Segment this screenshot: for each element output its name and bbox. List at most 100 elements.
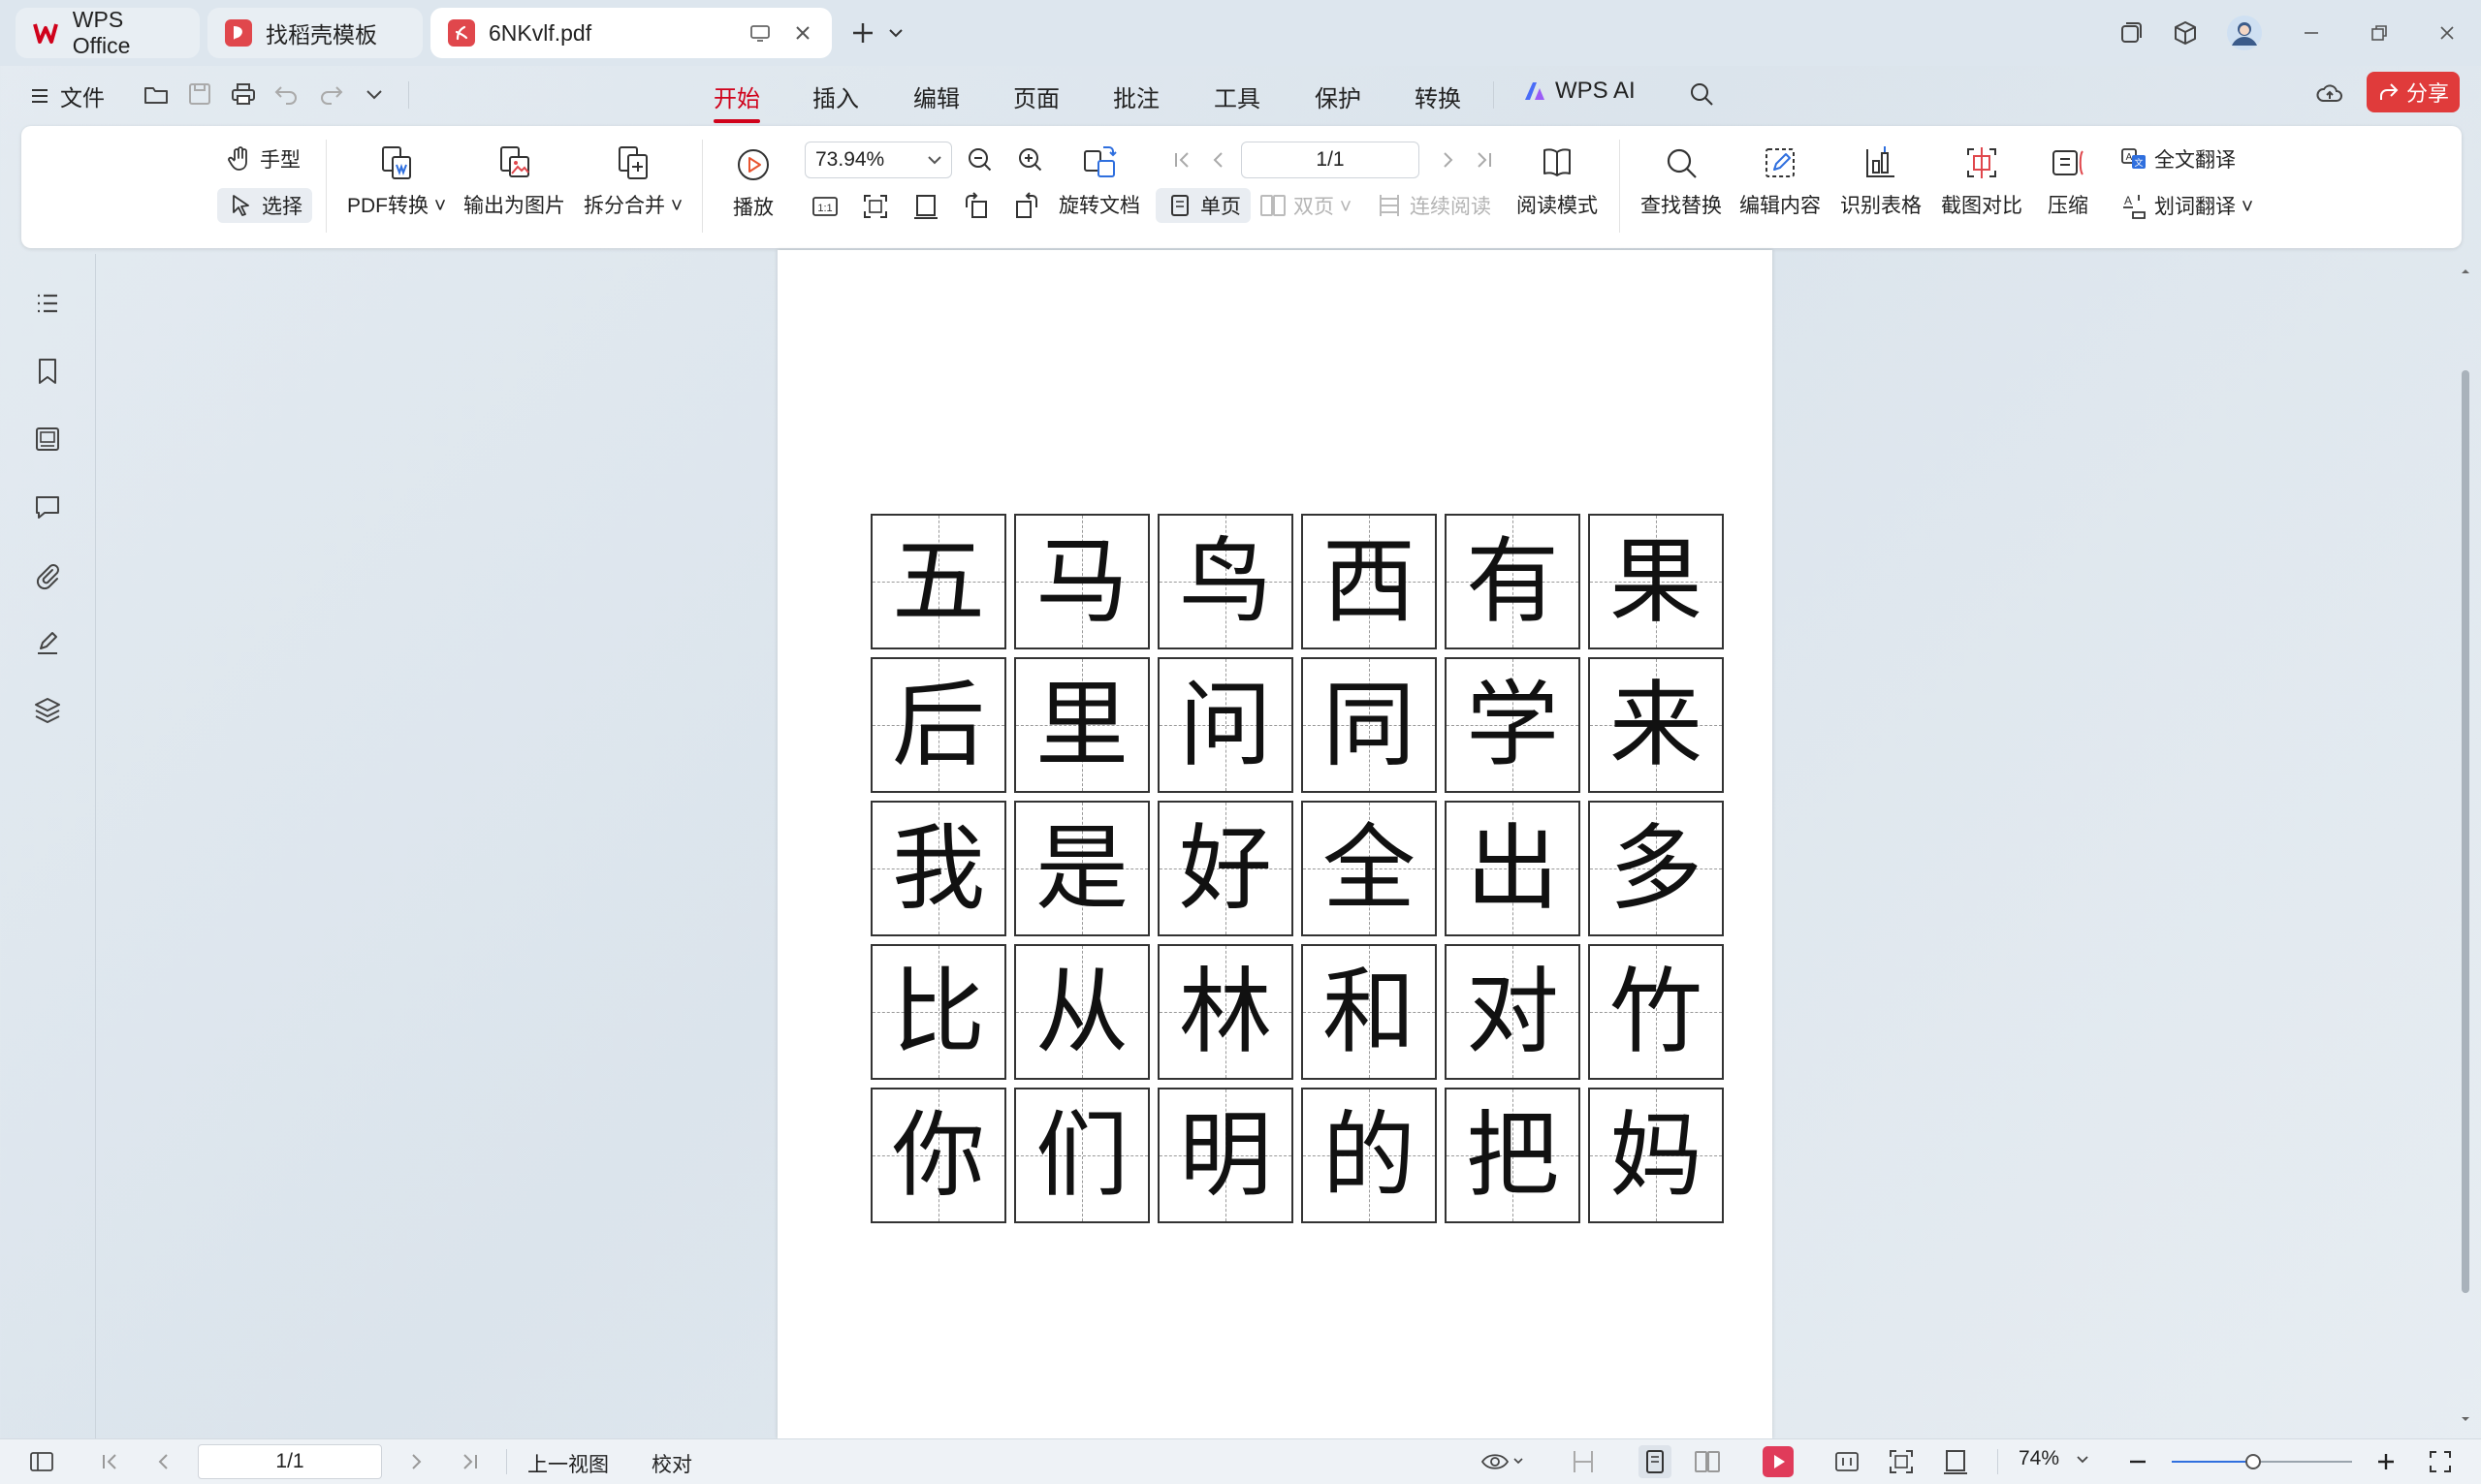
split-merge-button[interactable]: 拆分合并 ˅ (584, 143, 683, 219)
zoom-in-icon[interactable] (2371, 1447, 2401, 1476)
export-image-button[interactable]: 输出为图片 (463, 143, 565, 219)
rotate-left-icon[interactable] (962, 192, 991, 221)
character-glyph: 妈 (1609, 1101, 1702, 1210)
find-replace-button[interactable]: 查找替换 (1640, 143, 1722, 219)
next-page-icon[interactable] (401, 1447, 430, 1476)
double-page-view-icon[interactable] (1693, 1447, 1722, 1476)
thumbnail-icon[interactable] (31, 423, 64, 456)
double-page-button[interactable]: 双页 ˅ (1258, 188, 1352, 223)
rotate-document-button[interactable]: 旋转文档 (1059, 143, 1140, 219)
hamburger-icon (27, 83, 52, 109)
last-page-icon[interactable] (1470, 145, 1499, 174)
edit-content-button[interactable]: 编辑内容 (1739, 143, 1821, 219)
scroll-up-icon[interactable] (2460, 266, 2471, 277)
menu-insert[interactable]: 插入 (812, 79, 859, 113)
scroll-down-icon[interactable] (2460, 1413, 2471, 1425)
cloud-upload-icon[interactable] (2315, 79, 2344, 109)
screenshot-compare-button[interactable]: 截图对比 (1941, 143, 2022, 219)
restore-icon[interactable] (2364, 17, 2395, 48)
menu-edit[interactable]: 编辑 (913, 79, 960, 113)
full-translate-button[interactable]: A文 全文翻译 (2119, 142, 2236, 176)
continuous-read-icon (1375, 191, 1404, 220)
layers-icon[interactable] (31, 694, 64, 727)
bookmark-icon[interactable] (31, 355, 64, 388)
hand-tool-button[interactable]: 手型 (225, 142, 301, 176)
word-translate-button[interactable]: A 划词翻译 ˅ (2119, 188, 2253, 223)
avatar[interactable] (2226, 15, 2263, 51)
minimize-icon[interactable] (2296, 17, 2327, 48)
zoom-slider[interactable] (2172, 1454, 2352, 1469)
new-tab-icon[interactable] (847, 17, 878, 48)
last-page-icon[interactable] (456, 1447, 485, 1476)
fit-page-icon[interactable] (861, 192, 890, 221)
vertical-scrollbar[interactable] (2455, 254, 2476, 1438)
page-number-input[interactable]: 1/1 (1241, 142, 1419, 178)
menu-convert[interactable]: 转换 (1415, 79, 1461, 113)
sidebar-toggle-icon[interactable] (27, 1447, 56, 1476)
menu-tools[interactable]: 工具 (1214, 79, 1260, 113)
close-icon[interactable] (791, 21, 814, 45)
print-icon[interactable] (229, 79, 258, 109)
select-tool-button[interactable]: 选择 (217, 188, 312, 223)
single-page-view-icon[interactable] (1638, 1445, 1671, 1478)
window-layout-icon[interactable] (2115, 17, 2147, 48)
play-button[interactable]: 播放 (733, 145, 774, 221)
share-button[interactable]: 分享 (2367, 72, 2460, 112)
outline-icon[interactable] (31, 287, 64, 320)
fit-width-icon[interactable] (911, 192, 940, 221)
recognize-table-button[interactable]: 识别表格 (1840, 143, 1922, 219)
eye-icon[interactable] (1479, 1447, 1526, 1476)
zoom-select[interactable]: 73.94% (805, 142, 952, 178)
first-page-icon[interactable] (1167, 145, 1196, 174)
fullscreen-icon[interactable] (2426, 1447, 2455, 1476)
zoom-in-icon[interactable] (1016, 145, 1045, 174)
continuous-read-label: 连续阅读 (1410, 196, 1491, 218)
continuous-read-button[interactable]: 连续阅读 (1375, 188, 1491, 223)
search-icon[interactable] (1687, 79, 1716, 109)
fit-width-icon[interactable] (1941, 1447, 1970, 1476)
read-mode-button[interactable]: 阅读模式 (1516, 143, 1598, 219)
prev-page-icon[interactable] (1204, 145, 1233, 174)
more-chevron-icon[interactable] (360, 79, 389, 109)
proofread-button[interactable]: 校对 (652, 1449, 692, 1478)
compress-button[interactable]: 压缩 (2048, 143, 2088, 219)
zoom-out-icon[interactable] (966, 145, 995, 174)
redo-icon[interactable] (316, 79, 345, 109)
file-menu[interactable]: 文件 (27, 79, 105, 112)
comment-icon[interactable] (31, 490, 64, 523)
menu-page[interactable]: 页面 (1013, 79, 1060, 113)
open-folder-icon[interactable] (142, 79, 171, 109)
chevron-down-icon[interactable] (884, 17, 907, 48)
fit-page-icon[interactable] (1887, 1447, 1916, 1476)
prev-page-icon[interactable] (149, 1447, 178, 1476)
previous-view-button[interactable]: 上一视图 (527, 1449, 609, 1478)
continuous-view-icon[interactable] (1569, 1447, 1598, 1476)
status-page-input[interactable]: 1/1 (198, 1444, 382, 1479)
monitor-icon[interactable] (748, 21, 772, 45)
menu-protect[interactable]: 保护 (1315, 79, 1361, 113)
single-page-button[interactable]: 单页 (1156, 188, 1251, 223)
close-window-icon[interactable] (2432, 17, 2463, 48)
zoom-out-icon[interactable] (2123, 1447, 2152, 1476)
signature-icon[interactable] (31, 626, 64, 659)
menu-start[interactable]: 开始 (714, 79, 760, 123)
status-zoom-select[interactable]: 74% (2019, 1447, 2092, 1470)
undo-icon[interactable] (272, 79, 302, 109)
cube-icon[interactable] (2170, 17, 2201, 48)
tab-pdf-document[interactable]: 6NKvlf.pdf (430, 8, 832, 58)
actual-size-icon[interactable] (1832, 1447, 1861, 1476)
rotate-right-icon[interactable] (1012, 192, 1041, 221)
tab-docer-templates[interactable]: 找稻壳模板 (207, 8, 423, 58)
first-page-icon[interactable] (95, 1447, 124, 1476)
menu-annotate[interactable]: 批注 (1113, 79, 1160, 113)
menu-wps-ai[interactable]: WPS AI (1522, 78, 1636, 105)
tab-wps-office[interactable]: WPS Office (16, 7, 200, 58)
attachment-icon[interactable] (31, 558, 64, 591)
actual-size-icon[interactable]: 1:1 (811, 192, 840, 221)
scroll-thumb[interactable] (2462, 370, 2469, 1293)
pdf-convert-button[interactable]: PDF转换 ˅ (347, 143, 446, 219)
next-page-icon[interactable] (1433, 145, 1462, 174)
save-icon[interactable] (185, 79, 214, 109)
zoom-slider-thumb[interactable] (2244, 1454, 2261, 1469)
play-slideshow-icon[interactable] (1763, 1446, 1794, 1477)
